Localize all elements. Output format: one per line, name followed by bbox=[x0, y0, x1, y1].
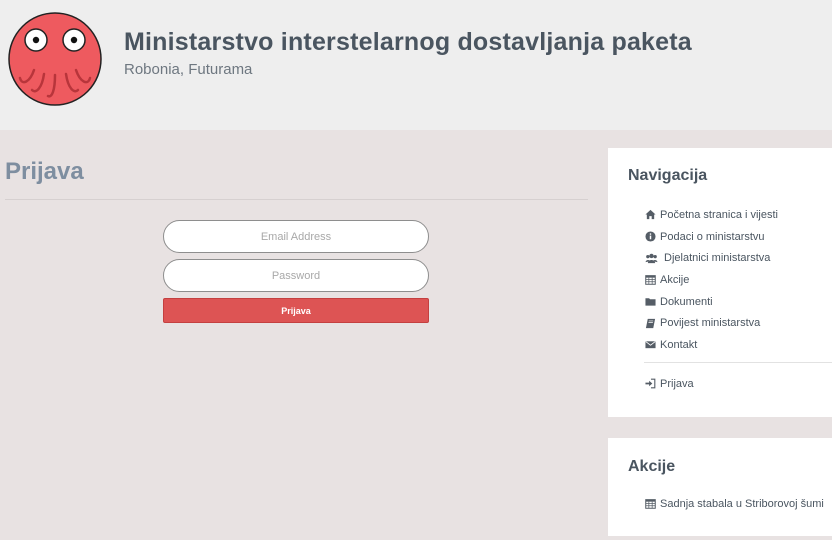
book-icon bbox=[644, 317, 656, 329]
nav-item-staff[interactable]: Djelatnici ministarstva bbox=[644, 247, 778, 269]
sign-in-icon bbox=[644, 378, 656, 390]
nav-item-documents[interactable]: Dokumenti bbox=[644, 291, 778, 313]
home-icon bbox=[644, 209, 656, 221]
nav-item-label: Povijest ministarstva bbox=[660, 317, 761, 330]
octopus-logo-icon[interactable] bbox=[8, 12, 102, 106]
site-header: Ministarstvo interstelarnog dostavljanja… bbox=[0, 0, 832, 130]
site-title: Ministarstvo interstelarnog dostavljanja… bbox=[124, 28, 692, 56]
navigation-divider bbox=[644, 362, 832, 363]
nav-item-about[interactable]: Podaci o ministarstvu bbox=[644, 226, 778, 248]
nav-item-history[interactable]: Povijest ministarstva bbox=[644, 312, 778, 334]
folder-icon bbox=[644, 296, 656, 308]
calendar-icon bbox=[644, 274, 656, 286]
nav-item-events[interactable]: Akcije bbox=[644, 269, 778, 291]
nav-item-label: Djelatnici ministarstva bbox=[664, 252, 771, 265]
nav-item-label: Prijava bbox=[660, 377, 694, 390]
email-input[interactable] bbox=[163, 220, 429, 253]
page-title: Prijava bbox=[5, 158, 84, 185]
nav-item-login[interactable]: Prijava bbox=[644, 373, 694, 395]
events-panel: Akcije Sadnja stabala u Striborovoj šumi bbox=[608, 438, 832, 536]
navigation-list: Početna stranica i vijesti Podaci o mini… bbox=[644, 204, 778, 356]
event-item[interactable]: Sadnja stabala u Striborovoj šumi bbox=[644, 493, 824, 515]
envelope-icon bbox=[644, 339, 656, 351]
nav-item-label: Akcije bbox=[660, 273, 690, 286]
nav-item-label: Podaci o ministarstvu bbox=[660, 230, 765, 243]
nav-item-home[interactable]: Početna stranica i vijesti bbox=[644, 204, 778, 226]
navigation-title: Navigacija bbox=[628, 167, 708, 184]
nav-item-label: Kontakt bbox=[660, 338, 698, 351]
login-button[interactable]: Prijava bbox=[163, 298, 429, 323]
site-subtitle: Robonia, Futurama bbox=[124, 61, 253, 78]
navigation-panel: Navigacija Početna stranica i vijesti Po… bbox=[608, 148, 832, 417]
title-divider bbox=[5, 199, 588, 200]
nav-item-label: Dokumenti bbox=[660, 295, 713, 308]
nav-item-contact[interactable]: Kontakt bbox=[644, 334, 778, 356]
info-icon bbox=[644, 231, 656, 243]
events-title: Akcije bbox=[628, 458, 676, 475]
password-input[interactable] bbox=[163, 259, 429, 292]
event-label: Sadnja stabala u Striborovoj šumi bbox=[660, 497, 824, 510]
calendar-icon bbox=[644, 498, 656, 510]
nav-item-label: Početna stranica i vijesti bbox=[660, 208, 778, 221]
users-icon bbox=[644, 252, 658, 264]
